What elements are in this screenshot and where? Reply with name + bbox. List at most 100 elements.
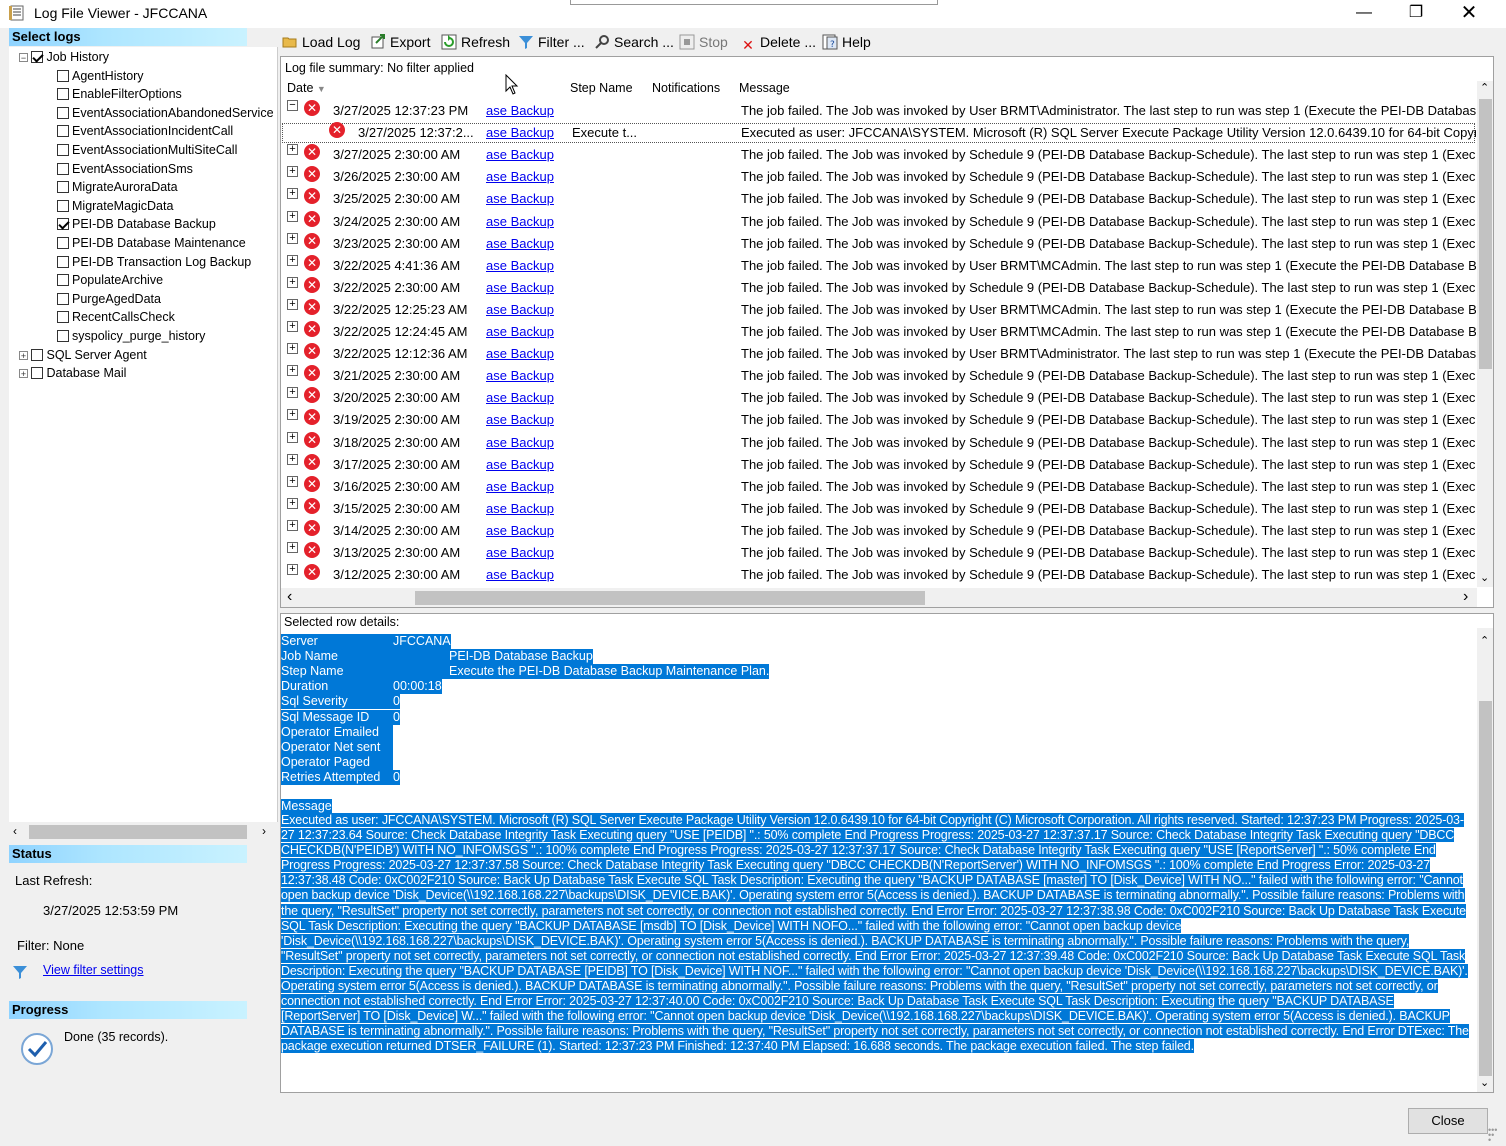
row-job-link[interactable]: ase Backup bbox=[486, 564, 556, 586]
row-expand-icon[interactable]: + bbox=[287, 453, 298, 465]
tree-item[interactable]: PEI-DB Transaction Log Backup bbox=[57, 253, 251, 271]
row-expand-icon[interactable]: + bbox=[287, 166, 298, 178]
row-job-link[interactable]: ase Backup bbox=[486, 476, 556, 498]
row-job-link[interactable]: ase Backup bbox=[486, 498, 556, 520]
tree-item[interactable]: MigrateMagicData bbox=[57, 197, 173, 215]
row-job-link[interactable]: ase Backup bbox=[486, 432, 556, 454]
close-window-button[interactable]: ✕ bbox=[1446, 0, 1492, 28]
row-job-link[interactable]: ase Backup bbox=[486, 454, 556, 476]
table-row[interactable]: + ✕ 3/23/2025 2:30:00 AM ase Backup The job … bbox=[281, 232, 1476, 255]
table-row[interactable]: + ✕ 3/19/2025 2:30:00 AM ase Backup The job … bbox=[281, 409, 1476, 431]
row-job-link[interactable]: ase Backup bbox=[486, 387, 556, 409]
row-job-link[interactable]: ase Backup bbox=[486, 343, 556, 365]
tree-item-checkbox[interactable] bbox=[57, 69, 69, 82]
column-header-message[interactable]: Message bbox=[739, 81, 790, 95]
column-header-step-name[interactable]: Step Name bbox=[570, 81, 633, 95]
row-expand-icon[interactable]: + bbox=[287, 431, 298, 443]
minimize-button[interactable]: — bbox=[1341, 0, 1387, 28]
row-expand-icon[interactable]: + bbox=[287, 564, 298, 576]
row-job-link[interactable]: ase Backup bbox=[486, 277, 556, 299]
tree-item-checkbox[interactable] bbox=[57, 144, 69, 156]
tree-item[interactable]: PopulateArchive bbox=[57, 271, 163, 289]
tree-item[interactable]: EventAssociationIncidentCall bbox=[57, 122, 233, 140]
table-row[interactable]: + ✕ 3/18/2025 2:30:00 AM ase Backup The job … bbox=[281, 431, 1476, 454]
tree-item-checkbox[interactable] bbox=[57, 330, 69, 342]
table-row[interactable]: + ✕ 3/16/2025 2:30:00 AM ase Backup The job … bbox=[281, 475, 1476, 498]
table-row[interactable]: − ✕ 3/27/2025 12:37:23 PM ase Backup The job… bbox=[281, 100, 1476, 122]
details-scroll-thumb[interactable] bbox=[1479, 701, 1492, 1076]
expand-icon[interactable]: + bbox=[19, 350, 28, 360]
table-row[interactable]: + ✕ 3/21/2025 2:30:00 AM ase Backup The job … bbox=[281, 365, 1476, 387]
row-expand-icon[interactable]: + bbox=[287, 298, 298, 310]
table-row[interactable]: + ✕ 3/27/2025 2:30:00 AM ase Backup The job … bbox=[281, 144, 1476, 166]
row-job-link[interactable]: ase Backup bbox=[486, 520, 556, 542]
details-vertical-scrollbar[interactable]: ⌃ ⌄ bbox=[1477, 628, 1493, 1092]
table-row[interactable]: + ✕ 3/24/2025 2:30:00 AM ase Backup The job … bbox=[281, 210, 1476, 233]
search-button[interactable]: Search ... bbox=[594, 32, 674, 52]
tree-item-checkbox[interactable] bbox=[57, 181, 69, 194]
grid-scroll-right-icon[interactable]: › bbox=[1463, 588, 1468, 606]
tree-item-checkbox[interactable] bbox=[57, 292, 69, 305]
tree-item[interactable]: PEI-DB Database Maintenance bbox=[57, 234, 246, 252]
table-row[interactable]: + ✕ 3/14/2025 2:30:00 AM ase Backup The job … bbox=[281, 519, 1476, 542]
collapse-icon[interactable]: − bbox=[19, 53, 28, 63]
table-row[interactable]: + ✕ 3/12/2025 2:30:00 AM ase Backup The job … bbox=[281, 564, 1476, 586]
view-filter-settings-link[interactable]: View filter settings bbox=[43, 963, 144, 977]
row-expand-icon[interactable]: + bbox=[287, 409, 298, 421]
row-expand-icon[interactable]: + bbox=[287, 210, 298, 222]
table-row[interactable]: + ✕ 3/13/2025 2:30:00 AM ase Backup The job … bbox=[281, 542, 1476, 564]
tree-item-checkbox[interactable] bbox=[31, 51, 44, 63]
tree-item[interactable]: syspolicy_purge_history bbox=[57, 327, 205, 345]
row-job-link[interactable]: ase Backup bbox=[486, 409, 556, 431]
maximize-button[interactable]: ❐ bbox=[1393, 0, 1439, 28]
load-log-button[interactable]: Load Log bbox=[282, 32, 360, 52]
scroll-left-icon[interactable]: ‹ bbox=[13, 824, 17, 838]
details-scroll-down-icon[interactable]: ⌄ bbox=[1480, 1076, 1489, 1089]
table-row[interactable]: + ✕ 3/17/2025 2:30:00 AM ase Backup The job … bbox=[281, 453, 1476, 476]
table-row[interactable]: + ✕ 3/26/2025 2:30:00 AM ase Backup The job … bbox=[281, 166, 1476, 188]
row-job-link[interactable]: ase Backup bbox=[486, 211, 556, 233]
tree-item[interactable]: PurgeAgedData bbox=[57, 290, 161, 308]
tree-item[interactable]: EventAssociationSms bbox=[57, 160, 193, 178]
row-expand-icon[interactable]: + bbox=[287, 232, 298, 244]
tree-item-checkbox[interactable] bbox=[57, 218, 69, 231]
row-expand-icon[interactable]: + bbox=[287, 365, 298, 377]
row-job-link[interactable]: ase Backup bbox=[486, 365, 556, 387]
row-collapse-icon[interactable]: − bbox=[287, 100, 298, 111]
row-job-link[interactable]: ase Backup bbox=[486, 233, 556, 255]
row-job-link[interactable]: ase Backup bbox=[486, 255, 556, 277]
row-expand-icon[interactable]: + bbox=[287, 276, 298, 288]
tree-item-checkbox[interactable] bbox=[57, 199, 69, 212]
row-job-link[interactable]: ase Backup bbox=[486, 542, 556, 564]
grid-scroll-left-icon[interactable]: ‹ bbox=[287, 588, 292, 606]
row-expand-icon[interactable]: + bbox=[287, 321, 298, 332]
help-button[interactable]: ? Help bbox=[822, 32, 871, 52]
row-expand-icon[interactable]: + bbox=[287, 387, 298, 399]
tree-item[interactable]: PEI-DB Database Backup bbox=[57, 215, 216, 233]
row-expand-icon[interactable]: + bbox=[287, 542, 298, 553]
tree-scroll-thumb[interactable] bbox=[29, 825, 247, 839]
column-header-notifications[interactable]: Notifications bbox=[652, 81, 720, 95]
table-row[interactable]: + ✕ 3/25/2025 2:30:00 AM ase Backup The job … bbox=[281, 188, 1476, 210]
tree-item-checkbox[interactable] bbox=[57, 88, 69, 101]
table-row[interactable]: + ✕ 3/15/2025 2:30:00 AM ase Backup The job … bbox=[281, 497, 1476, 520]
row-expand-icon[interactable]: + bbox=[287, 254, 298, 266]
tree-item[interactable]: + SQL Server Agent bbox=[19, 346, 147, 364]
grid-scroll-thumb[interactable] bbox=[1479, 99, 1492, 369]
grid-hscroll-thumb[interactable] bbox=[415, 591, 925, 605]
table-row[interactable]: ✕ 3/27/2025 12:37:2... ase Backup Execute t… bbox=[281, 122, 1476, 144]
tree-item-checkbox[interactable] bbox=[57, 311, 69, 324]
refresh-button[interactable]: Refresh bbox=[441, 32, 510, 52]
row-expand-icon[interactable]: + bbox=[287, 497, 298, 509]
delete-button[interactable]: ✕ Delete ... bbox=[740, 32, 816, 53]
tree-item[interactable]: MigrateAuroraData bbox=[57, 178, 178, 196]
table-row[interactable]: + ✕ 3/22/2025 2:30:00 AM ase Backup The job … bbox=[281, 276, 1476, 299]
tree-item-checkbox[interactable] bbox=[31, 367, 44, 380]
row-job-link[interactable]: ase Backup bbox=[486, 321, 556, 343]
expand-icon[interactable]: + bbox=[19, 369, 28, 379]
filter-button[interactable]: Filter ... bbox=[518, 32, 585, 52]
table-row[interactable]: + ✕ 3/22/2025 12:25:23 AM ase Backup The job… bbox=[281, 298, 1476, 321]
row-job-link[interactable]: ase Backup bbox=[486, 122, 556, 144]
table-row[interactable]: + ✕ 3/22/2025 12:12:36 AM ase Backup The job… bbox=[281, 343, 1476, 365]
stop-button[interactable]: Stop bbox=[679, 32, 728, 52]
